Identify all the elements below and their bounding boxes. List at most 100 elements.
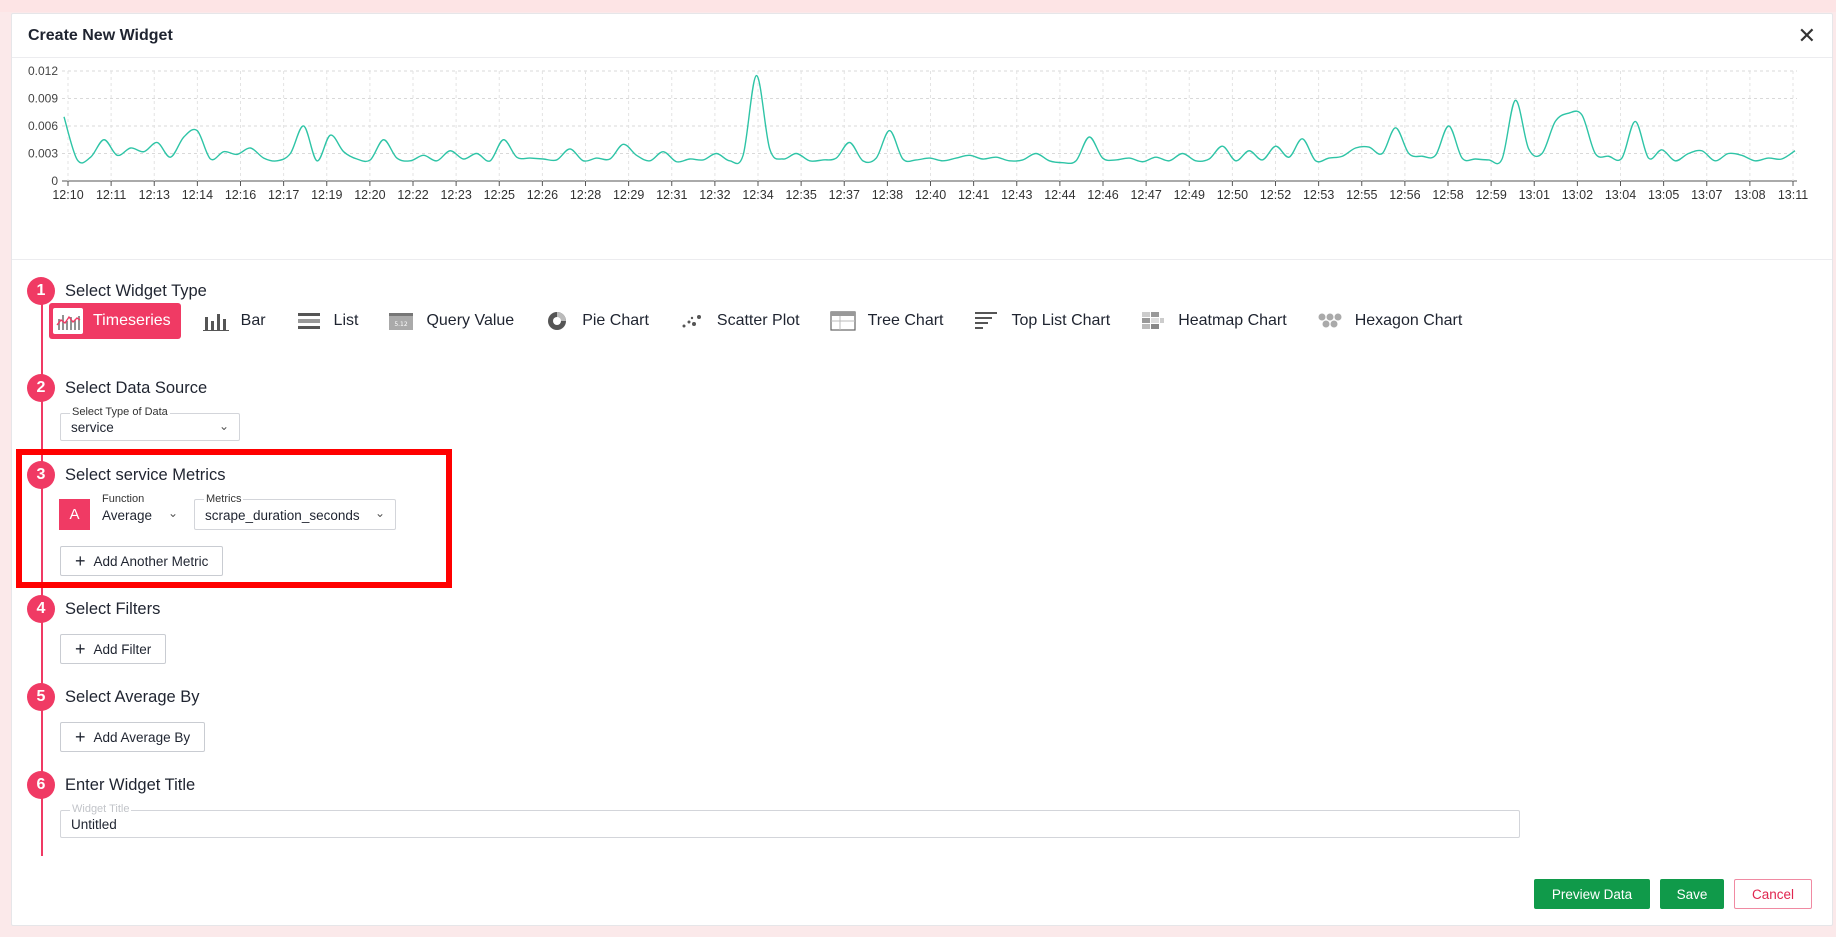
widget-type-query-value[interactable]: 5.12 Query Value	[378, 303, 522, 339]
list-icon	[294, 308, 324, 334]
x-tick-label: 12:29	[613, 188, 644, 202]
background-page	[0, 0, 1836, 12]
x-tick-label: 12:17	[268, 188, 299, 202]
step-label: Select Average By	[65, 688, 200, 706]
highlight-box	[16, 449, 452, 588]
x-tick-label: 12:28	[570, 188, 601, 202]
widget-title-label: Widget Title	[70, 803, 132, 815]
step-label: Select Widget Type	[65, 282, 207, 300]
x-tick-label: 12:10	[52, 188, 83, 202]
pie-chart-icon	[542, 308, 572, 334]
widget-type-tree-chart[interactable]: Tree Chart	[820, 303, 952, 339]
tree-chart-icon	[828, 308, 858, 334]
data-type-select[interactable]: Select Type of Data service ⌄	[60, 406, 240, 441]
widget-type-label: Bar	[240, 312, 266, 329]
y-tick-label: 0.003	[28, 147, 58, 161]
step-label: Select Filters	[65, 600, 161, 618]
plus-icon: +	[75, 727, 86, 747]
widget-type-scatter-plot[interactable]: Scatter Plot	[669, 303, 808, 339]
widget-type-heatmap[interactable]: Heatmap Chart	[1130, 303, 1295, 339]
x-tick-label: 12:41	[958, 188, 989, 202]
data-type-value: service	[71, 420, 114, 435]
widget-type-timeseries[interactable]: Timeseries	[49, 303, 181, 339]
x-tick-label: 13:08	[1734, 188, 1765, 202]
scatter-plot-icon	[677, 308, 707, 334]
step-label: Enter Widget Title	[65, 776, 196, 794]
data-type-label: Select Type of Data	[70, 406, 170, 418]
x-tick-label: 13:04	[1605, 188, 1636, 202]
widget-type-label: Heatmap Chart	[1178, 312, 1287, 329]
x-tick-label: 12:52	[1260, 188, 1291, 202]
widget-type-top-list[interactable]: Top List Chart	[963, 303, 1118, 339]
widget-type-label: Pie Chart	[582, 312, 649, 329]
cancel-button[interactable]: Cancel	[1734, 879, 1812, 909]
x-tick-label: 13:07	[1691, 188, 1722, 202]
x-tick-label: 12:20	[354, 188, 385, 202]
x-tick-label: 12:35	[785, 188, 816, 202]
widget-title-value: Untitled	[71, 817, 117, 832]
series-line	[63, 74, 1796, 165]
preview-data-button[interactable]: Preview Data	[1534, 879, 1650, 909]
widget-type-label: Hexagon Chart	[1354, 312, 1463, 329]
x-tick-label: 12:25	[484, 188, 515, 202]
add-filter-button[interactable]: + Add Filter	[60, 634, 167, 664]
widget-type-label: Tree Chart	[867, 312, 944, 329]
chart-preview: 0 0.003 0.006 0.009 0.012 12:10 12:11 12:13 12:1…	[12, 58, 1832, 260]
chevron-down-icon: ⌄	[218, 419, 229, 433]
widget-title-input[interactable]: Widget Title Untitled	[60, 803, 1520, 838]
timeseries-chart: 0 0.003 0.006 0.009 0.012 12:10 12:11 12:13 12:1…	[28, 64, 1808, 202]
x-tick-label: 12:38	[872, 188, 903, 202]
top-list-icon	[971, 308, 1001, 334]
step-label: Select Data Source	[65, 379, 208, 397]
x-tick-label: 12:22	[397, 188, 428, 202]
plus-icon: +	[75, 639, 86, 659]
add-average-by-button[interactable]: + Add Average By	[60, 722, 206, 752]
x-tick-label: 12:49	[1174, 188, 1205, 202]
add-average-by-label: Add Average By	[93, 729, 191, 745]
y-tick-label: 0.012	[28, 64, 58, 78]
y-tick-label: 0.009	[28, 92, 58, 106]
widget-type-label: Scatter Plot	[716, 312, 800, 329]
svg-text:5.12: 5.12	[395, 321, 409, 328]
bar-chart-icon	[201, 308, 231, 334]
x-tick-label: 12:44	[1044, 188, 1075, 202]
query-value-icon: 5.12	[386, 308, 416, 334]
x-tick-label: 12:14	[182, 188, 213, 202]
x-tick-label: 12:13	[139, 188, 170, 202]
x-tick-label: 12:16	[225, 188, 256, 202]
x-tick-label: 12:23	[440, 188, 471, 202]
close-icon[interactable]: ✕	[1798, 24, 1816, 47]
widget-type-pie-chart[interactable]: Pie Chart	[534, 303, 657, 339]
x-tick-label: 12:37	[829, 188, 860, 202]
widget-type-hexagon[interactable]: Hexagon Chart	[1307, 303, 1471, 339]
step-number: 2	[27, 374, 55, 402]
x-tick-label: 13:01	[1519, 188, 1550, 202]
modal-title: Create New Widget	[28, 26, 173, 44]
x-tick-label: 12:32	[699, 188, 730, 202]
x-tick-label: 12:43	[1001, 188, 1032, 202]
widget-type-list: Timeseries Bar List 5.12 Query Value Pie Char…	[49, 303, 1482, 339]
x-tick-label: 12:34	[742, 188, 773, 202]
x-tick-label: 12:11	[96, 188, 126, 202]
x-tick-label: 13:02	[1562, 188, 1593, 202]
save-button[interactable]: Save	[1660, 879, 1724, 909]
hexagon-icon	[1315, 308, 1345, 334]
widget-type-label: Top List Chart	[1011, 312, 1111, 329]
step-number: 5	[27, 683, 55, 711]
x-tick-label: 13:05	[1648, 188, 1679, 202]
y-tick-label: 0.006	[28, 119, 58, 133]
widget-type-list[interactable]: List	[286, 303, 367, 339]
modal-header: Create New Widget ✕	[12, 14, 1832, 58]
heatmap-icon	[1138, 308, 1168, 334]
step-number: 4	[27, 595, 55, 623]
x-tick-label: 12:50	[1217, 188, 1248, 202]
y-tick-label: 0	[51, 174, 58, 188]
widget-type-label: List	[333, 312, 359, 329]
x-tick-label: 13:11	[1778, 188, 1808, 202]
x-tick-label: 12:47	[1130, 188, 1161, 202]
widget-type-bar-chart[interactable]: Bar	[193, 303, 274, 339]
x-tick-label: 12:19	[311, 188, 342, 202]
step-number: 1	[27, 277, 55, 305]
x-tick-label: 12:58	[1432, 188, 1463, 202]
timeseries-icon	[53, 308, 83, 334]
